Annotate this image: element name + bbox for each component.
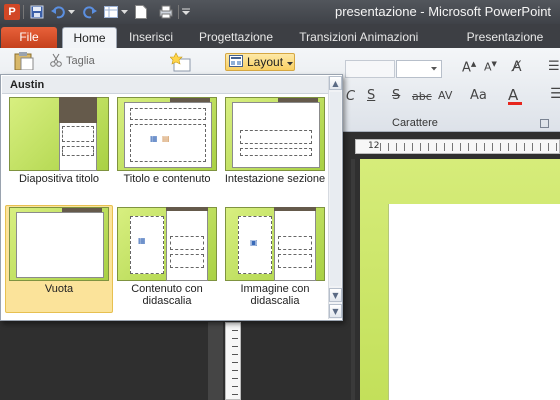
gallery-more-icon[interactable]: ▼	[329, 304, 342, 318]
layout-thumbnail	[9, 207, 109, 281]
layout-thumbnail: ▦ ▤	[117, 97, 217, 171]
shadow-icon[interactable]: S	[367, 88, 375, 103]
layout-label: Contenuto con didascalia	[131, 283, 203, 307]
change-case-icon[interactable]: Aa	[470, 88, 487, 103]
scrollbar-track[interactable]	[330, 92, 341, 286]
scroll-up-icon[interactable]: ▲	[329, 76, 342, 90]
layout-label: Intestazione sezione	[224, 173, 326, 185]
dialog-launcher-icon[interactable]	[540, 119, 549, 128]
layout-label: Titolo e contenuto	[123, 173, 211, 185]
customize-toolbar-icon[interactable]	[181, 3, 191, 21]
powerpoint-logo-icon[interactable]: P	[3, 3, 21, 21]
tab-file[interactable]: File	[1, 27, 57, 48]
clear-formatting-icon[interactable]: A̸	[512, 59, 522, 75]
table-view-icon[interactable]	[103, 3, 119, 21]
chart-icon: ▦	[138, 236, 146, 245]
toolbar-separator	[23, 5, 24, 19]
panel-splitter[interactable]	[351, 159, 355, 400]
ribbon-tab-strip: File Home Inserisci Progettazione Transi…	[0, 24, 560, 48]
layout-title-slide[interactable]: Diapositiva titolo	[5, 95, 113, 203]
strikethrough-abc-icon[interactable]: abc	[412, 90, 432, 103]
layout-content-with-caption[interactable]: ▦ Contenuto con didascalia	[113, 205, 221, 313]
layout-blank[interactable]: Vuota	[5, 205, 113, 313]
chart-icon: ▦	[150, 134, 158, 143]
cut-label: Taglia	[66, 55, 95, 67]
indent-icon[interactable]: ☰	[550, 86, 560, 102]
tab-home[interactable]: Home	[62, 27, 117, 48]
image-icon: ▤	[162, 134, 170, 143]
chevron-down-icon	[287, 55, 294, 69]
layout-icon	[229, 54, 243, 70]
layout-label: Layout	[247, 55, 284, 69]
font-name-dropdown[interactable]	[345, 60, 395, 78]
new-document-icon[interactable]	[133, 3, 149, 21]
layout-title-and-content[interactable]: ▦ ▤ Titolo e contenuto	[113, 95, 221, 203]
app-logo-letter: P	[4, 4, 20, 20]
tab-slideshow[interactable]: Presentazione	[462, 27, 548, 48]
slide-content-area[interactable]	[388, 204, 560, 400]
cut-button[interactable]: Taglia	[50, 53, 95, 69]
character-spacing-icon[interactable]: AV	[438, 89, 452, 102]
toolbar-separator	[178, 5, 179, 19]
grow-font-icon[interactable]: A▲	[462, 60, 476, 75]
layout-thumbnail: ▦	[117, 207, 217, 281]
chevron-down-icon[interactable]	[66, 3, 76, 21]
chevron-down-icon[interactable]	[119, 3, 129, 21]
font-group-label: Carattere	[392, 117, 438, 129]
paste-icon[interactable]	[12, 52, 36, 71]
theme-header: Austin	[2, 76, 328, 94]
redo-icon[interactable]	[82, 3, 98, 21]
font-color-icon[interactable]: A	[508, 86, 522, 105]
window-title: presentazione - Microsoft PowerPoint	[335, 4, 552, 19]
tab-insert[interactable]: Inserisci	[122, 27, 180, 48]
panel-splitter[interactable]	[208, 322, 223, 400]
italic-icon[interactable]: C	[346, 89, 355, 104]
list-icon[interactable]: ☰	[548, 59, 560, 74]
ruler-ticks	[380, 143, 560, 151]
layout-label: Vuota	[44, 283, 74, 295]
tab-animations[interactable]: Animazioni	[350, 27, 428, 48]
new-slide-icon[interactable]	[169, 51, 192, 73]
ruler-ticks	[232, 330, 238, 400]
layout-gallery: Austin Diapositiva titolo ▦ ▤ Titolo e c…	[0, 74, 343, 321]
shrink-font-icon[interactable]: A▼	[484, 60, 497, 74]
save-icon[interactable]	[28, 3, 46, 21]
strikethrough-icon[interactable]: S	[392, 88, 400, 103]
layout-thumbnail: ▣	[225, 207, 325, 281]
ruler-number: 12	[368, 141, 380, 151]
title-bar: P presentazione - Microsoft PowerPoint	[0, 0, 560, 24]
print-icon[interactable]	[158, 3, 174, 21]
layout-section-header[interactable]: Intestazione sezione	[221, 95, 329, 203]
image-icon: ▣	[250, 238, 258, 247]
gallery-scrollbar[interactable]: ▲ ▼ ▼	[328, 76, 342, 319]
layout-label: Immagine con didascalia	[240, 283, 310, 307]
font-size-dropdown[interactable]	[396, 60, 442, 78]
layout-thumbnail	[225, 97, 325, 171]
layout-thumbnail	[9, 97, 109, 171]
scroll-down-icon[interactable]: ▼	[329, 288, 342, 302]
layout-picture-with-caption[interactable]: ▣ Immagine con didascalia	[221, 205, 329, 313]
layout-label: Diapositiva titolo	[18, 173, 100, 185]
tab-design[interactable]: Progettazione	[192, 27, 280, 48]
layout-button[interactable]: Layout	[225, 53, 295, 71]
undo-icon[interactable]	[50, 3, 66, 21]
scissors-icon	[50, 53, 62, 70]
